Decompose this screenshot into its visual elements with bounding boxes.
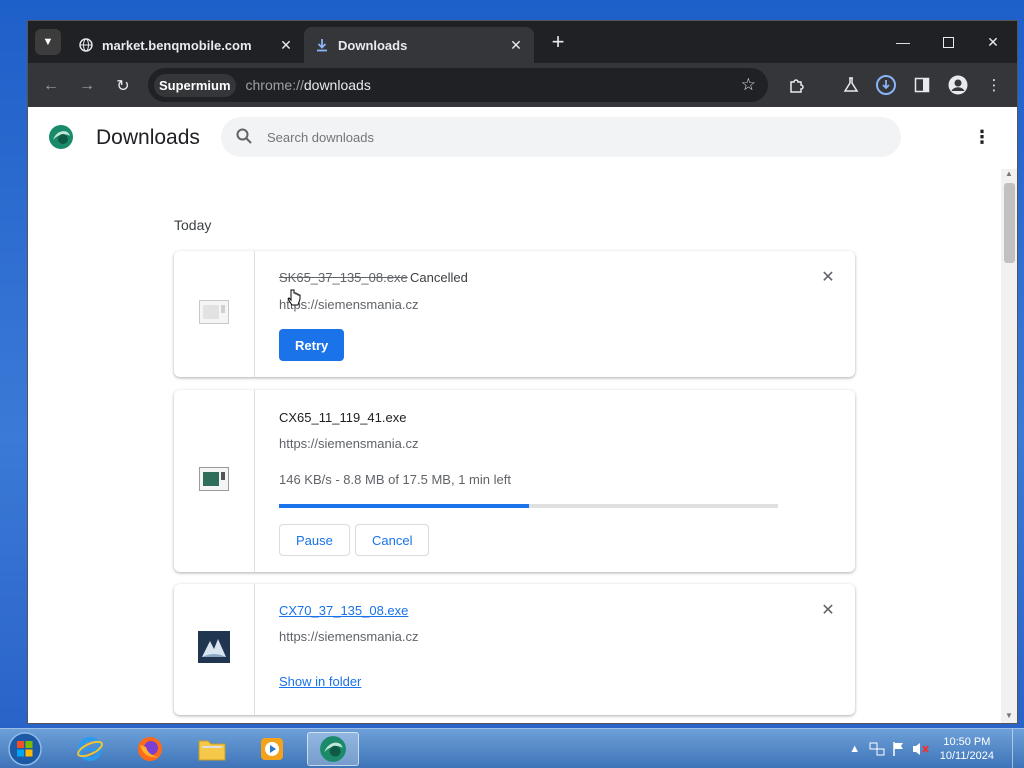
show-in-folder-link[interactable]: Show in folder [279,674,361,689]
browser-toolbar: ← → ↻ Supermium chrome://downloads ☆ ⋮ [28,63,1017,107]
tab-market-benqmobile[interactable]: market.benqmobile.com ✕ [68,27,304,63]
search-box[interactable] [221,117,901,157]
download-status: Cancelled [410,270,468,285]
filename-link[interactable]: CX70_37_135_08.exe [279,603,408,618]
clock-time: 10:50 PM [943,736,991,748]
filename[interactable]: SK65_37_135_08.exe [279,270,408,285]
extensions-icon[interactable] [785,73,809,97]
installer-app-icon [198,631,230,668]
download-progress-text: 146 KB/s - 8.8 MB of 17.5 MB, 1 min left [279,472,511,487]
volume-muted-icon[interactable] [910,738,932,760]
tab-title: market.benqmobile.com [102,37,252,53]
side-panel-icon[interactable] [910,73,934,97]
show-hidden-icons-chevron-icon[interactable]: ▲ [844,738,866,760]
file-icon [199,299,229,329]
file-icon-column [174,390,255,572]
download-item-complete: CX70_37_135_08.exe https://siemensmania.… [174,584,855,715]
tab-downloads[interactable]: Downloads ✕ [304,27,534,63]
page-title: Downloads [96,126,200,149]
download-item-cancelled: SK65_37_135_08.exe Cancelled https://sie… [174,251,855,377]
system-clock[interactable]: 10:50 PM 10/11/2024 [940,735,994,763]
download-item-in-progress: CX65_11_119_41.exe https://siemensmania.… [174,390,855,572]
tab-search-button[interactable]: ▼ [35,29,61,55]
retry-button[interactable]: Retry [279,329,345,361]
page-scrollbar[interactable]: ▲ ▼ [1001,169,1017,723]
downloads-header: Downloads ⋮ [28,107,1017,169]
scroll-up-arrow-icon[interactable]: ▲ [1001,169,1017,183]
close-window-button[interactable]: ✕ [978,29,1008,55]
bookmark-star-icon[interactable]: ☆ [741,75,756,95]
scroll-down-arrow-icon[interactable]: ▼ [1001,711,1017,723]
more-actions-icon[interactable]: ⋮ [972,127,992,147]
windows-taskbar: ▲ 10:50 PM 10/11/2024 [0,728,1024,768]
supermium-taskbar-icon[interactable] [307,732,359,766]
date-group-label: Today [174,217,212,233]
maximize-button[interactable] [933,29,963,55]
tab-strip: ▼ market.benqmobile.com ✕ Downloads ✕ + … [28,21,1017,63]
mouse-cursor-hand-icon [287,289,301,309]
reload-button[interactable]: ↻ [110,73,136,99]
download-source-url: https://siemensmania.cz [279,629,419,644]
maximize-icon [942,36,954,48]
download-progress-bar [279,504,778,508]
show-desktop-button[interactable] [1012,729,1024,768]
new-tab-button[interactable]: + [546,31,570,55]
downloads-toolbar-icon[interactable] [874,73,898,97]
scrollbar-thumb[interactable] [1004,183,1015,263]
search-input[interactable] [267,129,847,145]
labs-flask-icon[interactable] [839,73,863,97]
network-icon[interactable] [866,738,888,760]
clock-date: 10/11/2024 [939,750,994,762]
url-text[interactable]: chrome://downloads [246,77,371,93]
downloads-page: Downloads ⋮ ▲ ▼ Today SK65_37_135_08.exe [28,107,1017,723]
pause-button[interactable]: Pause [279,524,350,556]
progress-fill [279,504,529,508]
forward-button[interactable]: → [74,73,100,99]
file-icon [199,466,229,496]
browser-window: ▼ market.benqmobile.com ✕ Downloads ✕ + … [27,20,1018,724]
address-bar[interactable]: Supermium chrome://downloads ☆ [148,68,768,102]
download-source-url: https://siemensmania.cz [279,436,419,451]
minimize-button[interactable]: — [888,29,918,55]
file-icon-column [174,251,255,377]
start-button[interactable] [6,731,44,767]
profile-avatar-icon[interactable] [946,73,970,97]
media-player-icon[interactable] [246,732,298,766]
chevron-down-icon: ▼ [42,36,54,48]
supermium-logo-icon [48,124,74,150]
globe-icon [78,37,94,53]
file-icon-column [174,584,255,715]
tab-title: Downloads [338,37,408,53]
remove-item-icon[interactable]: ✕ [819,601,837,619]
browser-chip[interactable]: Supermium [154,73,236,97]
close-tab-icon[interactable]: ✕ [276,35,296,55]
internet-explorer-icon[interactable] [64,732,116,766]
firefox-icon[interactable] [124,732,176,766]
back-button[interactable]: ← [38,73,64,99]
filename[interactable]: CX65_11_119_41.exe [279,410,406,425]
search-icon [235,127,255,147]
action-center-flag-icon[interactable] [888,738,910,760]
close-tab-icon[interactable]: ✕ [506,35,526,55]
browser-menu-icon[interactable]: ⋮ [982,73,1006,97]
cancel-button[interactable]: Cancel [355,524,430,556]
download-icon [314,37,330,53]
system-tray: ▲ 10:50 PM 10/11/2024 [844,729,1012,768]
file-explorer-icon[interactable] [186,732,238,766]
remove-item-icon[interactable]: ✕ [819,268,837,286]
